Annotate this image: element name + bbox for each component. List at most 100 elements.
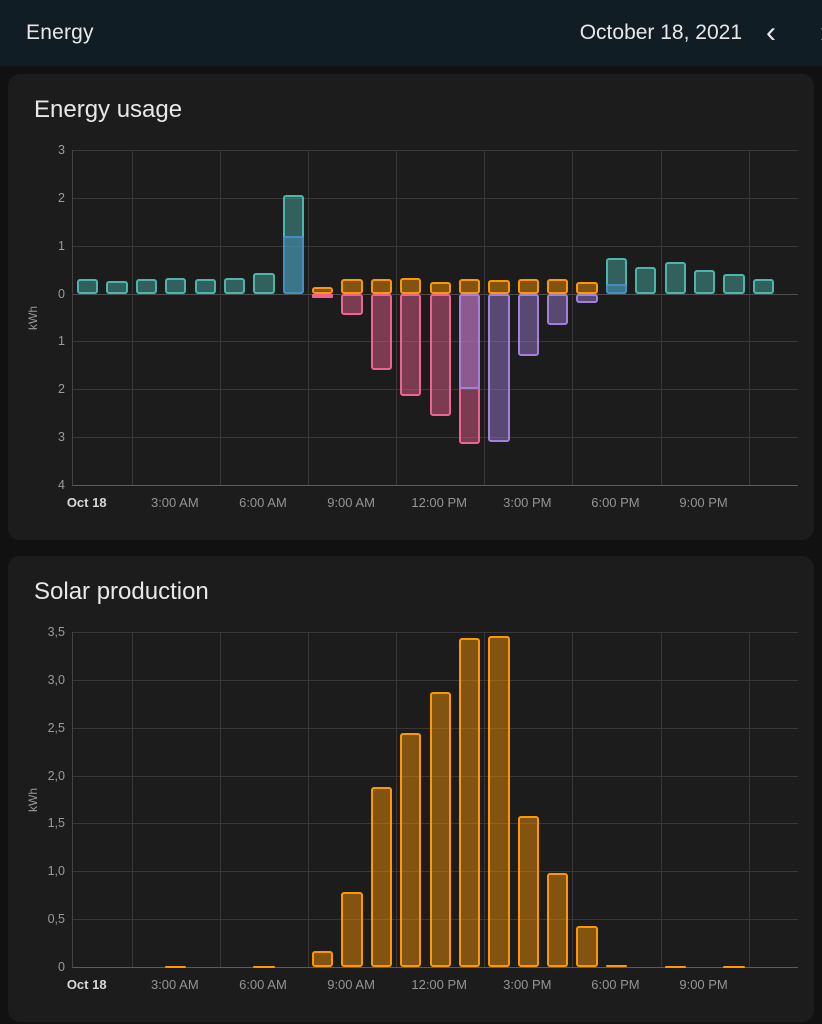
gridline: [220, 632, 221, 967]
energy-usage-chart: kWh 32101234 Oct 183:00 AM6:00 AM9:00 AM…: [24, 150, 798, 522]
bar-battery-out-hour-0[interactable]: [77, 279, 98, 293]
x-axis-label: 12:00 PM: [411, 495, 467, 510]
bar-solar-consumed-hour-13[interactable]: [459, 279, 480, 293]
bar-solar-production-hour-15[interactable]: [518, 816, 539, 967]
plot-area[interactable]: [72, 632, 798, 968]
x-axis-label: Oct 18: [67, 977, 107, 992]
bar-solar-production-hour-20[interactable]: [665, 966, 686, 968]
bar-battery-out-hour-22[interactable]: [723, 274, 744, 293]
bar-battery-out-hour-20[interactable]: [665, 262, 686, 293]
bar-battery-out-hour-23[interactable]: [753, 279, 774, 293]
bar-solar-production-hour-6[interactable]: [253, 966, 274, 968]
bar-return-to-grid-hour-16[interactable]: [547, 294, 568, 325]
y-axis: 32101234: [42, 150, 72, 486]
bar-battery-out-hour-4[interactable]: [195, 279, 216, 293]
gridline: [749, 150, 750, 485]
y-axis-title: kWh: [24, 150, 42, 486]
x-axis-label: 6:00 AM: [239, 495, 287, 510]
bar-return-to-grid-hour-13[interactable]: [459, 294, 480, 390]
y-axis-label: 0: [58, 960, 65, 974]
bar-battery-out-hour-5[interactable]: [224, 278, 245, 294]
bar-solar-consumed-hour-8[interactable]: [312, 287, 333, 293]
x-axis-label: 3:00 AM: [151, 977, 199, 992]
gridline: [73, 437, 798, 438]
bar-solar-consumed-hour-14[interactable]: [488, 280, 509, 293]
bar-solar-consumed-hour-12[interactable]: [430, 282, 451, 294]
solar-production-card: Solar production kWh 3,53,02,52,01,51,00…: [8, 556, 814, 1022]
bar-battery-out-hour-1[interactable]: [106, 281, 127, 294]
bar-solar-production-hour-18[interactable]: [606, 965, 627, 967]
bar-solar-production-hour-13[interactable]: [459, 638, 480, 967]
bar-battery-in-hour-8[interactable]: [312, 294, 333, 299]
bar-battery-out-hour-19[interactable]: [635, 267, 656, 293]
bar-solar-production-hour-12[interactable]: [430, 692, 451, 967]
y-axis-title: kWh: [24, 632, 42, 968]
bar-solar-production-hour-8[interactable]: [312, 951, 333, 967]
bar-battery-in-hour-12[interactable]: [430, 294, 451, 416]
bar-battery-in-hour-10[interactable]: [371, 294, 392, 371]
gridline: [661, 632, 662, 967]
gridline: [73, 246, 798, 247]
bar-solar-production-hour-10[interactable]: [371, 787, 392, 967]
bar-solar-consumed-hour-16[interactable]: [547, 279, 568, 293]
chevron-left-icon[interactable]: ‹: [760, 16, 782, 50]
bar-battery-out-hour-6[interactable]: [253, 273, 274, 293]
bar-battery-out-hour-3[interactable]: [165, 278, 186, 294]
gridline: [73, 150, 798, 151]
x-axis-label: 3:00 PM: [503, 495, 551, 510]
y-axis-label: 0: [58, 287, 65, 301]
bar-solar-production-hour-17[interactable]: [576, 926, 597, 967]
energy-usage-card: Energy usage kWh 32101234 Oct 183:00 AM6…: [8, 74, 814, 540]
y-axis-label: 2: [58, 191, 65, 205]
bar-grid-consumption-hour-18[interactable]: [606, 284, 627, 294]
x-axis: Oct 183:00 AM6:00 AM9:00 AM12:00 PM3:00 …: [72, 495, 798, 519]
bar-solar-consumed-hour-15[interactable]: [518, 279, 539, 293]
y-axis-label: 0,5: [48, 912, 65, 926]
bar-solar-consumed-hour-17[interactable]: [576, 282, 597, 294]
gridline: [132, 632, 133, 967]
bar-solar-consumed-hour-10[interactable]: [371, 279, 392, 293]
y-axis-label: 3,5: [48, 625, 65, 639]
bar-solar-production-hour-22[interactable]: [723, 966, 744, 968]
chart-main: 3,53,02,52,01,51,00,50 Oct 183:00 AM6:00…: [42, 632, 798, 1004]
y-axis-label: 1,0: [48, 864, 65, 878]
x-axis-label: 9:00 PM: [679, 495, 727, 510]
bar-solar-production-hour-11[interactable]: [400, 733, 421, 968]
y-axis-label: 4: [58, 478, 65, 492]
page-title: Energy: [26, 21, 94, 45]
bar-battery-in-hour-9[interactable]: [341, 294, 362, 316]
bar-solar-production-hour-16[interactable]: [547, 873, 568, 967]
bar-solar-consumed-hour-11[interactable]: [400, 278, 421, 293]
x-axis-label: Oct 18: [67, 495, 107, 510]
date-navigation: October 18, 2021 ‹: [580, 16, 796, 50]
gridline: [484, 632, 485, 967]
gridline: [572, 632, 573, 967]
bar-battery-in-hour-11[interactable]: [400, 294, 421, 397]
plot-area[interactable]: [72, 150, 798, 486]
bar-solar-consumed-hour-9[interactable]: [341, 279, 362, 293]
gridline: [308, 632, 309, 967]
solar-production-title: Solar production: [24, 578, 798, 606]
bar-return-to-grid-hour-15[interactable]: [518, 294, 539, 356]
bar-solar-production-hour-14[interactable]: [488, 636, 509, 967]
gridline: [484, 150, 485, 485]
bar-return-to-grid-hour-14[interactable]: [488, 294, 509, 442]
y-axis-label: 3,0: [48, 673, 65, 687]
gridline: [661, 150, 662, 485]
x-axis-label: 6:00 PM: [591, 977, 639, 992]
y-axis: 3,53,02,52,01,51,00,50: [42, 632, 72, 968]
bar-grid-consumption-hour-7[interactable]: [283, 236, 304, 293]
gridline: [73, 198, 798, 199]
y-axis-label: 1: [58, 239, 65, 253]
x-axis-label: 3:00 PM: [503, 977, 551, 992]
gridline: [73, 680, 798, 681]
bar-solar-production-hour-9[interactable]: [341, 892, 362, 967]
bar-battery-out-hour-2[interactable]: [136, 279, 157, 293]
gridline: [572, 150, 573, 485]
chart-main: 32101234 Oct 183:00 AM6:00 AM9:00 AM12:0…: [42, 150, 798, 522]
bar-solar-production-hour-3[interactable]: [165, 966, 186, 968]
x-axis-label: 9:00 PM: [679, 977, 727, 992]
bar-return-to-grid-hour-17[interactable]: [576, 294, 597, 304]
bar-battery-out-hour-21[interactable]: [694, 270, 715, 294]
chevron-right-icon[interactable]: ›: [814, 16, 822, 50]
